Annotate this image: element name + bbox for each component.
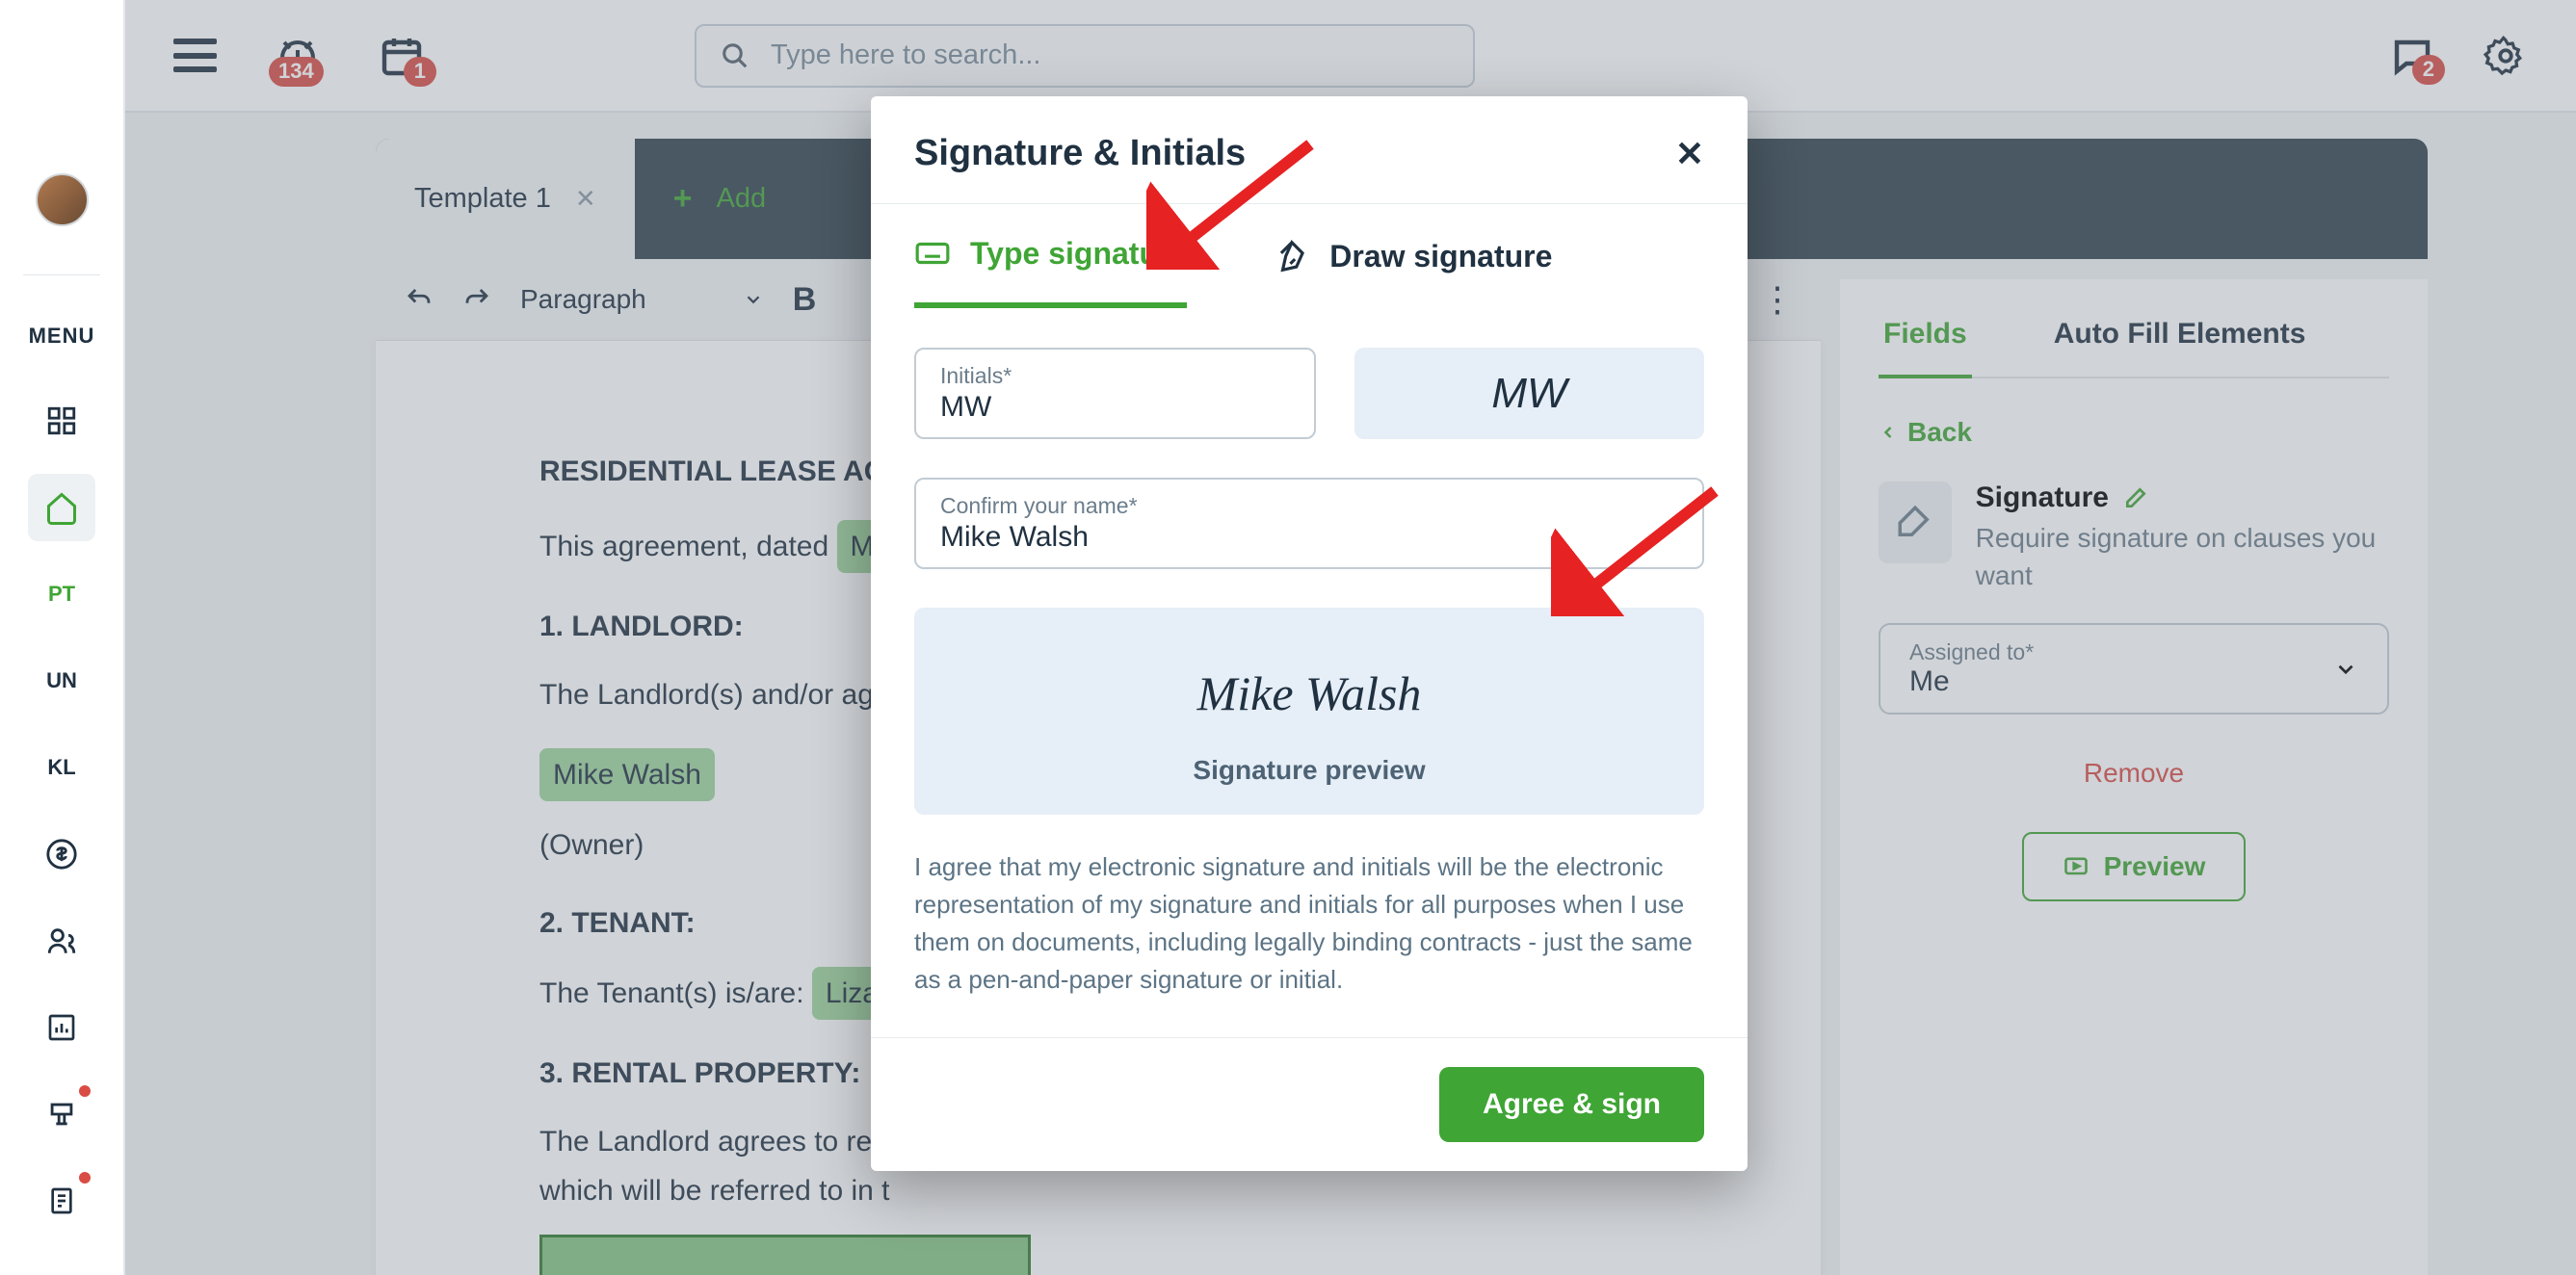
agree-sign-button[interactable]: Agree & sign bbox=[1439, 1067, 1704, 1142]
tab-type-signature[interactable]: Type signature bbox=[914, 204, 1187, 308]
sidebar-item-people[interactable] bbox=[28, 907, 95, 975]
keyboard-icon bbox=[914, 235, 951, 272]
sidebar-item-dashboard[interactable] bbox=[28, 387, 95, 455]
sidebar-item-un[interactable]: UN bbox=[28, 647, 95, 715]
sidebar-item-billing[interactable] bbox=[28, 820, 95, 888]
close-icon[interactable]: ✕ bbox=[1675, 134, 1704, 174]
name-input[interactable]: Confirm your name* Mike Walsh bbox=[914, 478, 1704, 569]
sidebar-item-pt[interactable]: PT bbox=[28, 560, 95, 628]
signature-modal: Signature & Initials ✕ Type signature Dr… bbox=[871, 96, 1748, 1171]
pen-nib-icon bbox=[1274, 238, 1310, 274]
modal-title: Signature & Initials bbox=[914, 133, 1246, 174]
app-sidebar: MENU PT UN KL bbox=[0, 0, 125, 1275]
tab-draw-signature[interactable]: Draw signature bbox=[1274, 204, 1552, 308]
sidebar-item-docs[interactable] bbox=[28, 1167, 95, 1235]
sidebar-item-analytics[interactable] bbox=[28, 994, 95, 1061]
agree-text: I agree that my electronic signature and… bbox=[914, 848, 1704, 999]
initials-input[interactable]: Initials* MW bbox=[914, 348, 1316, 439]
initials-preview: MW bbox=[1354, 348, 1704, 439]
sidebar-item-home[interactable] bbox=[28, 474, 95, 541]
sidebar-item-kl[interactable]: KL bbox=[28, 734, 95, 801]
signature-preview: Mike Walsh Signature preview bbox=[914, 608, 1704, 815]
menu-heading: MENU bbox=[29, 324, 95, 349]
avatar[interactable] bbox=[36, 173, 89, 226]
sidebar-item-design[interactable] bbox=[28, 1080, 95, 1148]
